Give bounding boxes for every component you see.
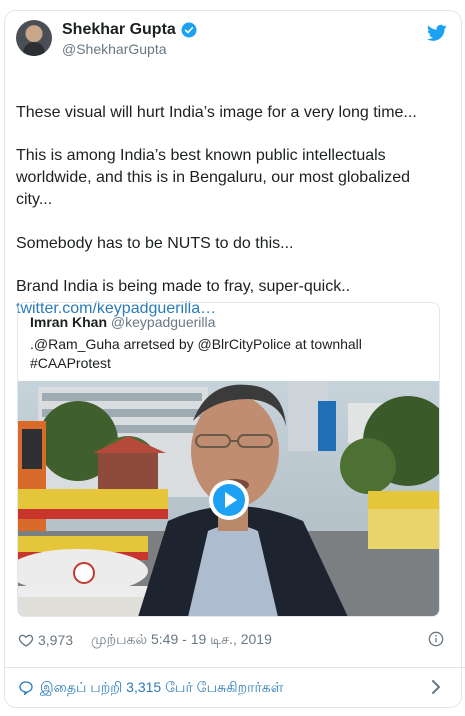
conversation-link[interactable]: இதைப் பற்றி 3,315 பேர் பேசுகிறார்கள் [18, 678, 444, 698]
like-count[interactable]: 3,973 [38, 632, 73, 648]
speech-bubble-icon [19, 681, 33, 695]
quoted-tweet[interactable]: Imran Khan @keypadguerilla .@Ram_Guha ar… [17, 302, 440, 617]
tweet-timestamp[interactable]: முற்பகல் 5:49 - 19 டிச., 2019 [91, 631, 272, 650]
tweet-meta: 3,973 முற்பகல் 5:49 - 19 டிச., 2019 [18, 630, 444, 650]
play-triangle [224, 492, 237, 508]
play-icon [213, 484, 245, 516]
heart-icon[interactable] [18, 632, 34, 648]
tweet-header: Shekhar Gupta @ShekharGupta [16, 20, 449, 60]
conversation-count-text[interactable]: இதைப் பற்றி 3,315 பேர் பேசுகிறார்கள் [40, 679, 283, 698]
author-name-row[interactable]: Shekhar Gupta [62, 20, 198, 40]
tweet-text: These visual will hurt India’s image for… [16, 103, 417, 296]
author-name[interactable]: Shekhar Gupta [62, 20, 176, 40]
twitter-bird-icon[interactable] [427, 24, 447, 42]
quoted-author-name: Imran Khan [30, 314, 108, 330]
author-avatar[interactable] [16, 20, 52, 56]
footer-divider [4, 667, 465, 668]
quoted-tweet-text: .@Ram_Guha arretsed by @BlrCityPolice at… [30, 336, 362, 371]
video-player[interactable] [18, 381, 439, 616]
author-info[interactable]: Shekhar Gupta @ShekharGupta [62, 20, 198, 58]
author-handle[interactable]: @ShekharGupta [62, 40, 198, 58]
info-icon[interactable] [428, 631, 444, 647]
quoted-author-handle: @keypadguerilla [110, 314, 216, 330]
chevron-right-icon[interactable] [430, 680, 442, 694]
play-button[interactable] [209, 480, 249, 520]
quoted-author: Imran Khan @keypadguerilla [30, 313, 215, 331]
verified-badge-icon [181, 22, 197, 38]
